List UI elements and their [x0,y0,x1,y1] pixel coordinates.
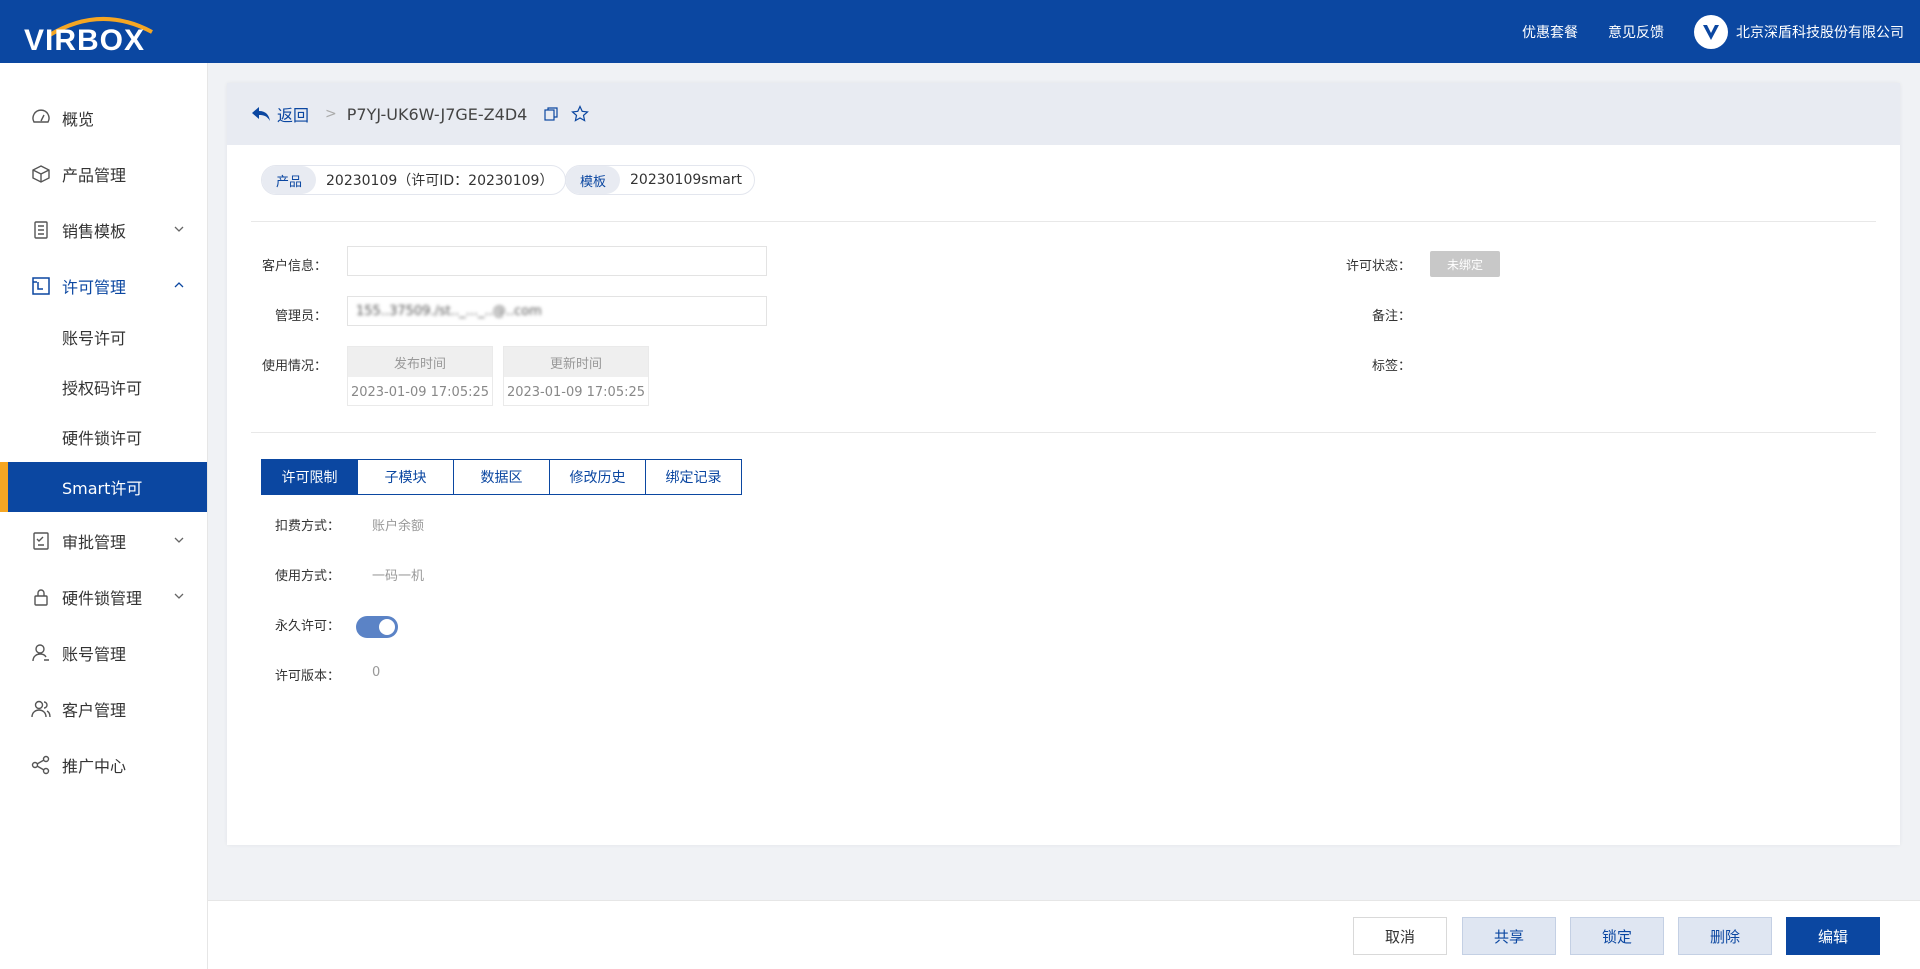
box-icon [30,163,52,185]
share-button[interactable]: 共享 [1462,917,1556,955]
chevron-right-icon: > [325,106,337,122]
cancel-button[interactable]: 取消 [1353,917,1447,955]
chevron-down-icon [174,226,184,232]
divider [251,221,1876,222]
sidebar-item-label: 销售模板 [62,222,127,241]
sidebar-item-label: 审批管理 [62,533,127,552]
sidebar-item-label: 概览 [62,110,95,129]
customer-info-label: 客户信息： [261,259,327,274]
logo-text: VIRBOX [24,24,146,57]
license-key-title: P7YJ-UK6W-J7GE-Z4D4 [346,104,528,124]
sidebar-item-promotion[interactable]: 推广中心 [0,740,207,790]
users-icon [30,698,52,720]
action-bar: 取消 共享 锁定 删除 编辑 [208,900,1920,969]
document-icon [30,219,52,241]
admin-label: 管理员： [274,309,327,324]
edit-button[interactable]: 编辑 [1786,917,1880,955]
sidebar-item-label: 许可管理 [62,278,127,297]
sidebar-item-license-management[interactable]: 许可管理 [0,261,207,311]
tab-binding-records[interactable]: 绑定记录 [645,459,742,495]
top-nav: 优惠套餐 意见反馈 北京深盾科技股份有限公司 [1522,0,1904,63]
sidebar-item-hardware-lock[interactable]: 硬件锁管理 [0,572,207,622]
sidebar: 概览 产品管理 销售模板 许可管理 账号许可 授权码许可 硬件锁许可 Smart… [0,63,208,969]
star-icon[interactable] [571,105,590,123]
toggle-knob [379,619,395,635]
publish-time-value: 2023-01-09 17:05:25 [350,384,490,400]
template-tag: 模板 20230109smart [565,165,756,195]
product-tag-key: 产品 [262,166,317,194]
user-icon [30,642,52,664]
permanent-license-toggle[interactable] [356,616,398,638]
sidebar-subitem-smart-license[interactable]: Smart许可 [0,462,207,512]
publish-time-box: 发布时间 2023-01-09 17:05:25 [347,346,493,406]
promo-link[interactable]: 优惠套餐 [1522,22,1578,42]
update-time-box: 更新时间 2023-01-09 17:05:25 [503,346,649,406]
product-tag-value: 20230109（许可ID：20230109） [326,173,554,189]
version-value: 0 [372,665,381,680]
billing-value: 账户余额 [372,519,425,534]
sidebar-item-label: 客户管理 [62,701,127,720]
sidebar-item-label: 账号管理 [62,645,127,664]
sidebar-item-sales-templates[interactable]: 销售模板 [0,205,207,255]
sidebar-subitem-authcode-license[interactable]: 授权码许可 [0,362,207,412]
license-detail-panel: 返回 > P7YJ-UK6W-J7GE-Z4D4 产品 20230109（许可I… [227,83,1900,845]
tab-submodules[interactable]: 子模块 [357,459,454,495]
template-tag-key: 模板 [566,166,621,194]
dashboard-icon [30,107,52,129]
update-time-header: 更新时间 [504,347,648,377]
breadcrumb: 返回 > P7YJ-UK6W-J7GE-Z4D4 [227,83,1900,145]
copy-icon[interactable] [543,106,559,122]
version-label: 许可版本： [275,669,341,684]
back-label: 返回 [277,106,310,125]
tab-change-history[interactable]: 修改历史 [549,459,646,495]
back-arrow-icon [252,107,270,121]
share-icon [30,754,52,776]
company-account[interactable]: 北京深盾科技股份有限公司 [1694,14,1904,49]
sidebar-item-customers[interactable]: 客户管理 [0,684,207,734]
license-icon [30,275,52,297]
remark-label: 备注： [1371,309,1411,324]
sidebar-item-approvals[interactable]: 审批管理 [0,516,207,566]
back-button[interactable]: 返回 [251,102,309,126]
delete-button[interactable]: 删除 [1678,917,1772,955]
sidebar-item-label: 硬件锁管理 [62,589,143,608]
admin-field[interactable]: 155..37509./st.._..._..@..com [347,296,767,326]
tab-license-limits[interactable]: 许可限制 [261,459,358,495]
tags-label: 标签： [1371,359,1411,374]
chevron-down-icon [174,537,184,543]
product-tag: 产品 20230109（许可ID：20230109） [261,165,567,195]
license-status-label: 许可状态： [1345,259,1411,274]
usage-mode-value: 一码一机 [372,569,425,584]
customer-info-field[interactable] [347,246,767,276]
chevron-up-icon [174,282,184,288]
status-badge: 未绑定 [1430,251,1500,277]
sidebar-item-products[interactable]: 产品管理 [0,149,207,199]
feedback-link[interactable]: 意见反馈 [1608,22,1664,42]
chevron-down-icon [174,593,184,599]
top-header: VIRBOX 优惠套餐 意见反馈 北京深盾科技股份有限公司 [0,0,1920,63]
billing-label: 扣费方式： [275,519,341,534]
update-time-value: 2023-01-09 17:05:25 [506,384,646,400]
tab-data-area[interactable]: 数据区 [453,459,550,495]
virbox-logo[interactable]: VIRBOX [24,10,180,57]
template-tag-value: 20230109smart [630,172,743,188]
sidebar-item-overview[interactable]: 概览 [0,93,207,143]
sidebar-item-label: 推广中心 [62,757,127,776]
detail-tabs: 许可限制 子模块 数据区 修改历史 绑定记录 [261,459,742,495]
usage-mode-label: 使用方式： [275,569,341,584]
sidebar-item-accounts[interactable]: 账号管理 [0,628,207,678]
sidebar-item-label: 产品管理 [62,166,127,185]
publish-time-header: 发布时间 [348,347,492,377]
sidebar-subitem-account-license[interactable]: 账号许可 [0,312,207,362]
company-name: 北京深盾科技股份有限公司 [1736,24,1904,41]
approval-icon [30,530,52,552]
permanent-label: 永久许可： [275,619,341,634]
admin-email-value: 155..37509./st.._..._..@..com [356,303,542,319]
usage-label: 使用情况： [261,359,327,374]
company-logo-icon [1694,14,1728,49]
sidebar-subitem-hardware-license[interactable]: 硬件锁许可 [0,412,207,462]
lock-button[interactable]: 锁定 [1570,917,1664,955]
lock-icon [30,586,52,608]
divider [251,432,1876,433]
